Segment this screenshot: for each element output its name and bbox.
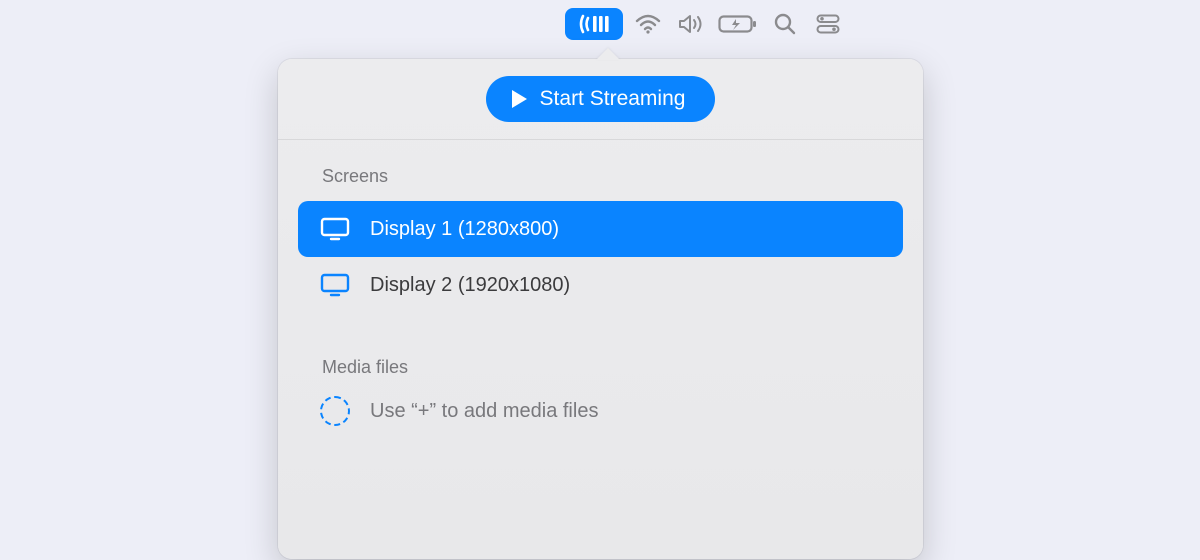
popover-header: Start Streaming: [278, 59, 923, 140]
search-menubar-icon[interactable]: [767, 9, 803, 39]
media-placeholder-text: Use “+” to add media files: [370, 400, 598, 423]
streaming-menubar-icon[interactable]: [565, 8, 623, 40]
control-center-menubar-icon[interactable]: [810, 9, 846, 39]
wifi-menubar-icon[interactable]: [630, 9, 666, 39]
control-center-icon: [816, 14, 840, 34]
search-icon: [774, 13, 796, 35]
popover-panel: Start Streaming Screens Display 1 (1280x…: [278, 59, 923, 559]
streaming-popover: Start Streaming Screens Display 1 (1280x…: [278, 48, 923, 559]
menubar: [0, 8, 1200, 40]
streaming-icon: [577, 13, 611, 35]
volume-icon: [677, 13, 705, 35]
screen-option-label: Display 1 (1280x800): [370, 218, 559, 241]
popover-body: Screens Display 1 (1280x800) Display 2 (…: [278, 140, 923, 430]
start-streaming-button[interactable]: Start Streaming: [486, 76, 716, 122]
screen-option-1[interactable]: Display 1 (1280x800): [298, 201, 903, 257]
screen-option-label: Display 2 (1920x1080): [370, 274, 570, 297]
popover-arrow: [596, 48, 620, 60]
display-icon: [320, 273, 350, 297]
battery-charging-icon: [718, 14, 758, 34]
display-icon: [320, 217, 350, 241]
add-media-placeholder-icon[interactable]: [320, 396, 350, 426]
media-placeholder-row: Use “+” to add media files: [298, 392, 903, 430]
wifi-icon: [635, 13, 661, 35]
play-icon: [510, 89, 528, 109]
start-streaming-label: Start Streaming: [540, 87, 686, 111]
screens-section-label: Screens: [322, 166, 899, 187]
volume-menubar-icon[interactable]: [673, 9, 709, 39]
screen-option-2[interactable]: Display 2 (1920x1080): [298, 257, 903, 313]
media-section-label: Media files: [322, 357, 899, 378]
battery-menubar-icon[interactable]: [716, 9, 760, 39]
